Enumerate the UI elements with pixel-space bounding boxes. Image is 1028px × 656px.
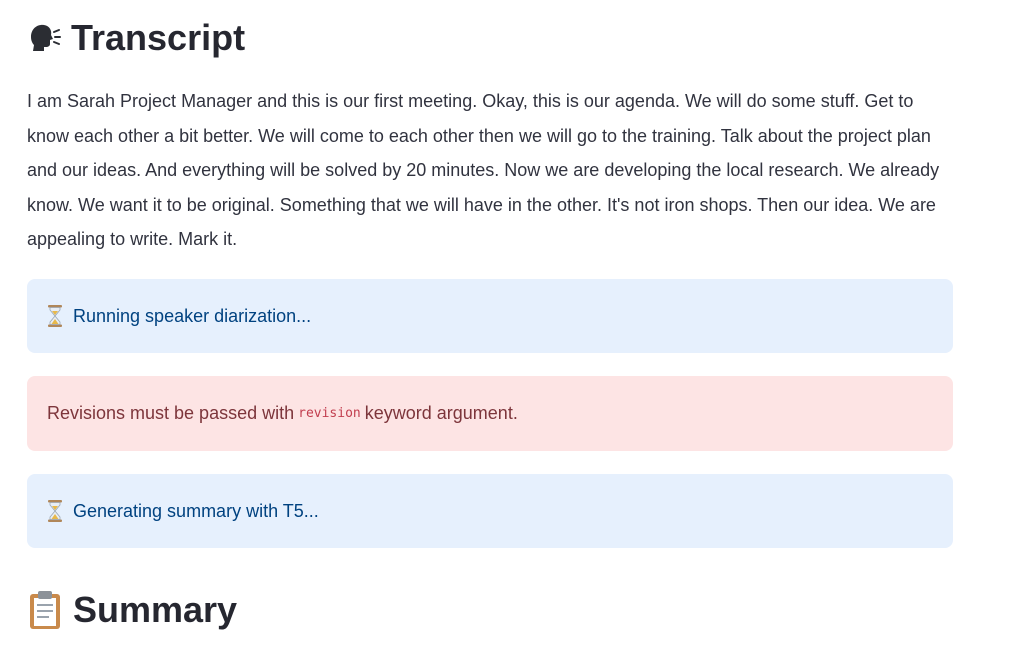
transcript-title: Transcript — [71, 17, 246, 58]
transcript-body: I am Sarah Project Manager and this is o… — [27, 91, 940, 249]
right-margin — [953, 0, 1028, 656]
speaking-head-icon — [27, 23, 61, 53]
error-alert: Revisions must be passed with revision k… — [27, 376, 953, 451]
error-code-revision: revision — [298, 406, 361, 421]
hourglass-icon — [47, 305, 63, 327]
hourglass-icon — [47, 500, 63, 522]
error-text-after: keyword argument. — [364, 403, 518, 423]
clipboard-icon — [27, 590, 63, 630]
summary-heading: Summary — [27, 585, 237, 635]
summary-status-alert: Generating summary with T5... — [27, 474, 953, 548]
summary-status-text: Generating summary with T5... — [73, 500, 319, 521]
error-text-before: Revisions must be passed with — [47, 403, 295, 423]
transcript-heading: Transcript — [27, 14, 245, 62]
diarization-status-alert: Running speaker diarization... — [27, 279, 953, 353]
summary-title: Summary — [73, 589, 238, 630]
diarization-status-text: Running speaker diarization... — [73, 305, 312, 326]
app-page: Transcript I am Sarah Project Manager an… — [0, 0, 1028, 656]
